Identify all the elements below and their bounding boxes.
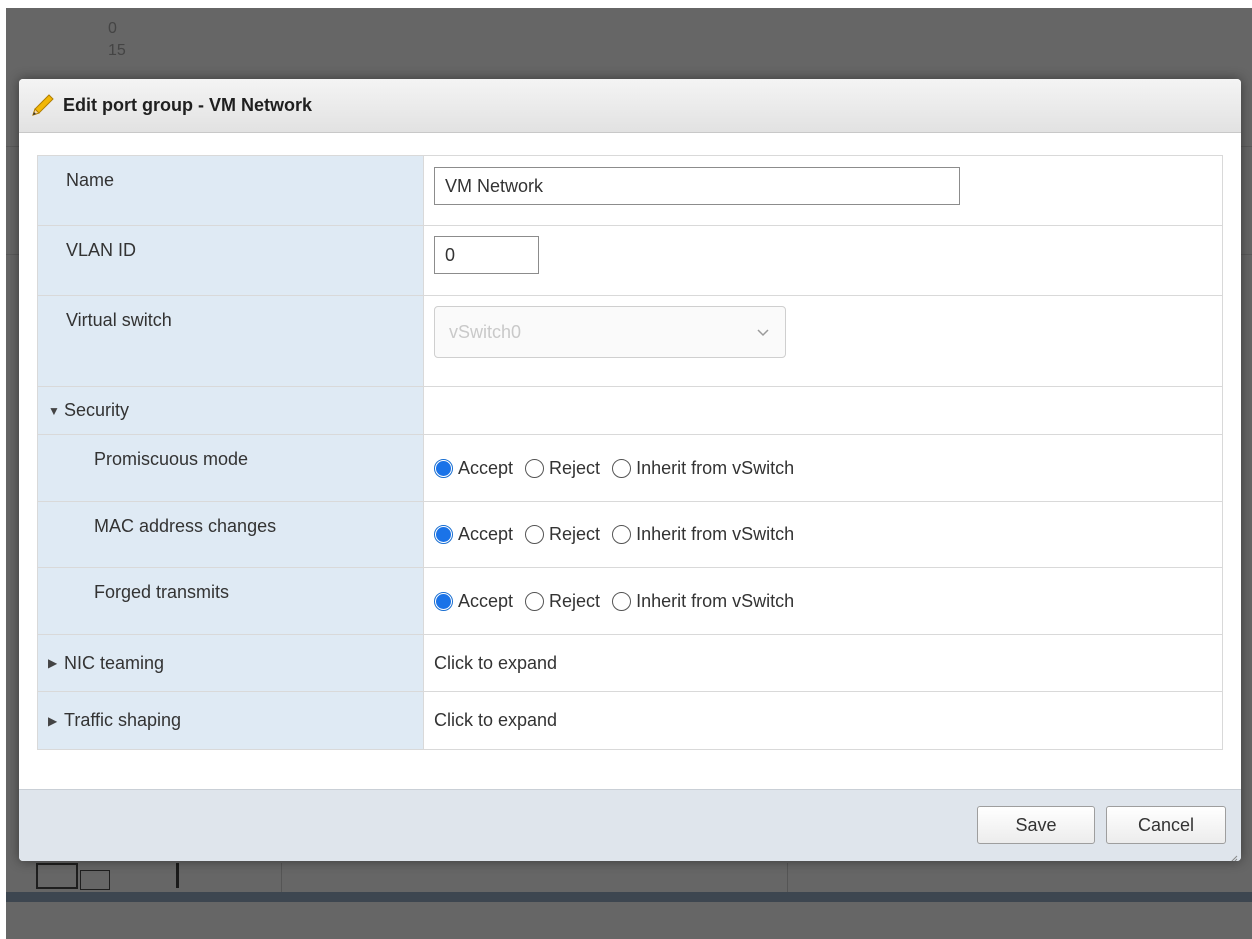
traffic-shaping-row[interactable]: ▶ Traffic shaping Click to expand [38, 692, 1222, 749]
mac-accept-radio[interactable] [434, 525, 453, 544]
nic-teaming-row[interactable]: ▶ NIC teaming Click to expand [38, 635, 1222, 692]
vlan-id-label: VLAN ID [38, 226, 424, 295]
background-box-icon [36, 863, 78, 889]
vlan-id-input[interactable] [434, 236, 539, 274]
dialog-header[interactable]: Edit port group - VM Network [19, 79, 1241, 133]
radio-label: Inherit from vSwitch [636, 524, 795, 544]
traffic-shaping-label: Traffic shaping [64, 710, 182, 730]
radio-label: Inherit from vSwitch [636, 590, 795, 611]
radio-label: Accept [458, 590, 514, 611]
mac-accept-option[interactable]: Accept [434, 524, 513, 545]
mac-address-changes-row: MAC address changes Accept Reject Inheri… [38, 502, 1222, 568]
background-divider [281, 863, 282, 893]
forged-reject-radio[interactable] [525, 591, 545, 611]
security-section-row[interactable]: ▼ Security [38, 387, 1222, 435]
mac-address-changes-label: MAC address changes [38, 502, 424, 567]
traffic-shaping-toggle[interactable]: ▶ Traffic shaping [38, 692, 424, 749]
mac-inherit-radio[interactable] [612, 525, 632, 544]
forged-inherit-radio[interactable] [612, 591, 632, 611]
radio-label: Accept [458, 524, 514, 544]
nic-teaming-toggle[interactable]: ▶ NIC teaming [38, 635, 424, 691]
nic-teaming-label: NIC teaming [64, 652, 165, 673]
virtual-switch-selected-value: vSwitch0 [449, 321, 522, 342]
promiscuous-inherit-radio[interactable] [612, 458, 632, 478]
resize-grip-icon[interactable] [1228, 848, 1238, 861]
cancel-button[interactable]: Cancel [1106, 806, 1226, 844]
mac-inherit-option[interactable]: Inherit from vSwitch [612, 524, 794, 545]
save-button[interactable]: Save [977, 806, 1095, 844]
virtual-switch-row: Virtual switch vSwitch0 [38, 296, 1222, 387]
name-label: Name [38, 156, 424, 225]
security-section-label: Security [64, 400, 130, 420]
virtual-switch-label: Virtual switch [38, 296, 424, 386]
security-section-toggle[interactable]: ▼ Security [38, 387, 424, 434]
caret-right-icon: ▶ [48, 713, 58, 728]
pencil-icon [29, 93, 55, 119]
caret-right-icon: ▶ [48, 656, 58, 670]
name-row: Name [38, 156, 1222, 226]
name-value-cell [424, 156, 1222, 225]
promiscuous-mode-row: Promiscuous mode Accept Reject Inherit f… [38, 435, 1222, 502]
forged-reject-option[interactable]: Reject [525, 591, 600, 612]
promiscuous-mode-options: Accept Reject Inherit from vSwitch [424, 435, 1222, 501]
mac-reject-radio[interactable] [525, 525, 545, 544]
radio-label: Accept [458, 457, 514, 478]
mac-reject-option[interactable]: Reject [525, 524, 600, 545]
vlan-id-row: VLAN ID [38, 226, 1222, 296]
nic-teaming-expand-link[interactable]: Click to expand [424, 635, 1222, 691]
forged-transmits-radio-group: Accept Reject Inherit from vSwitch [434, 591, 806, 612]
promiscuous-mode-label: Promiscuous mode [38, 435, 424, 501]
background-divider [176, 863, 179, 888]
forged-inherit-option[interactable]: Inherit from vSwitch [612, 591, 794, 612]
radio-label: Reject [549, 457, 601, 478]
promiscuous-accept-radio[interactable] [434, 458, 453, 478]
forged-transmits-options: Accept Reject Inherit from vSwitch [424, 568, 1222, 634]
dialog-footer: Save Cancel [19, 789, 1241, 861]
forged-transmits-label: Forged transmits [38, 568, 424, 634]
background-number: 0 [108, 20, 117, 37]
virtual-switch-select[interactable]: vSwitch0 [434, 306, 786, 358]
radio-label: Inherit from vSwitch [636, 457, 795, 478]
promiscuous-accept-option[interactable]: Accept [434, 458, 513, 479]
virtual-switch-value-cell: vSwitch0 [424, 296, 1222, 386]
promiscuous-inherit-option[interactable]: Inherit from vSwitch [612, 458, 794, 479]
port-group-form: Name VLAN ID Virtual switch vSwitch0 [37, 155, 1223, 750]
background-box-icon [80, 870, 110, 890]
vlan-id-value-cell [424, 226, 1222, 295]
radio-label: Reject [549, 524, 601, 544]
security-section-value [424, 387, 1222, 434]
background-number: 15 [108, 42, 126, 59]
traffic-shaping-expand-link[interactable]: Click to expand [424, 692, 1222, 749]
name-input[interactable] [434, 167, 960, 205]
promiscuous-mode-radio-group: Accept Reject Inherit from vSwitch [434, 458, 806, 479]
forged-transmits-row: Forged transmits Accept Reject Inherit f… [38, 568, 1222, 635]
edit-port-group-dialog: Edit port group - VM Network Name VLAN I… [19, 79, 1241, 861]
background-number-list: 0 15 [108, 18, 126, 62]
promiscuous-reject-option[interactable]: Reject [525, 458, 600, 479]
promiscuous-reject-radio[interactable] [525, 458, 545, 478]
caret-down-icon: ▼ [48, 403, 60, 418]
radio-label: Reject [549, 590, 601, 611]
background-divider [787, 863, 788, 893]
forged-accept-option[interactable]: Accept [434, 591, 513, 612]
forged-accept-radio[interactable] [434, 591, 453, 611]
dialog-title: Edit port group - VM Network [63, 95, 312, 115]
mac-address-changes-radio-group: Accept Reject Inherit from vSwitch [434, 524, 806, 545]
mac-address-changes-options: Accept Reject Inherit from vSwitch [424, 502, 1222, 567]
chevron-down-icon [755, 324, 771, 340]
background-status-band [6, 892, 1252, 902]
